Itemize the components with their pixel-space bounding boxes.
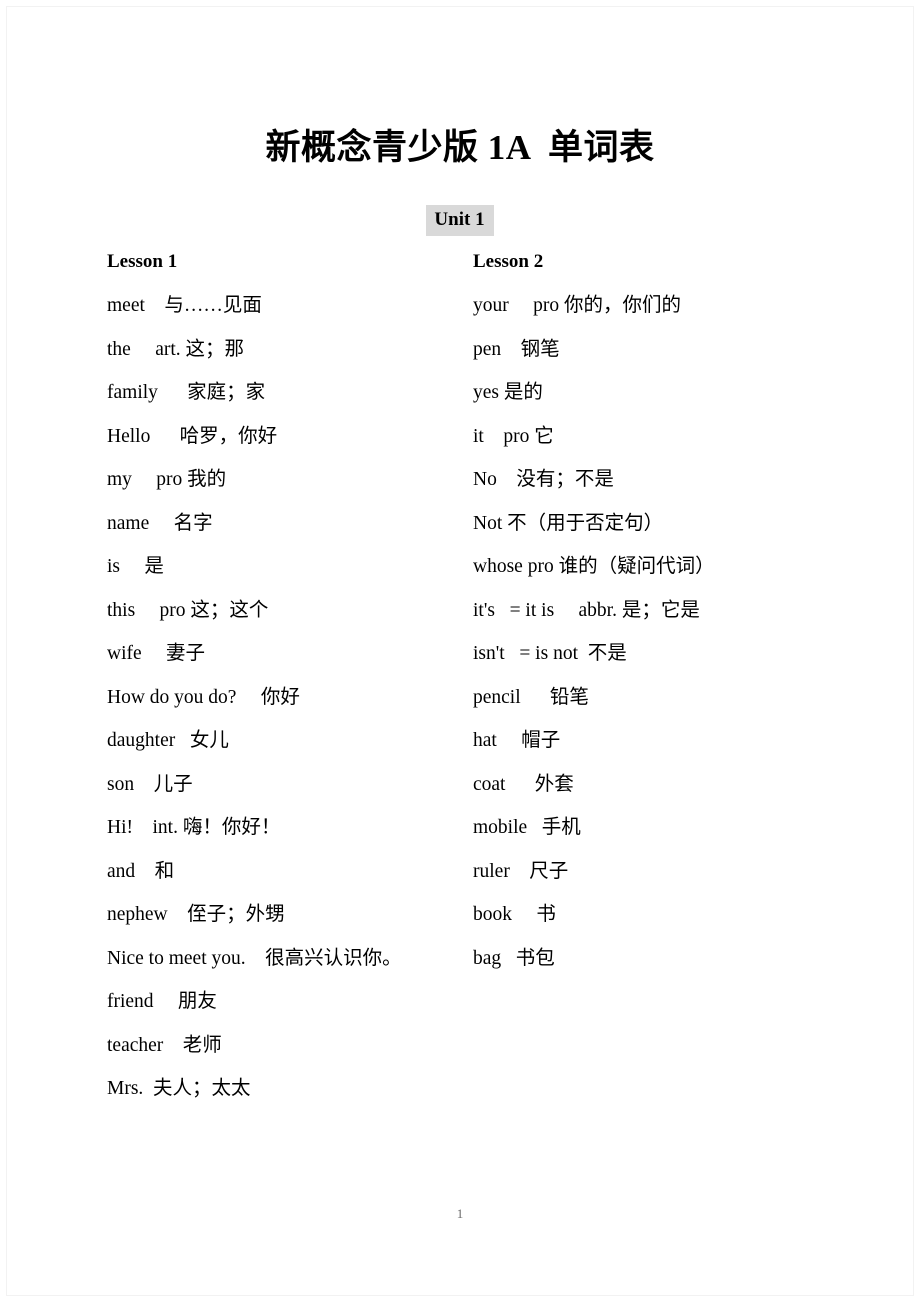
vocab-entry: daughter 女儿 <box>107 730 229 751</box>
vocab-entry: it pro 它 <box>473 425 554 447</box>
vocab-entry: meet 与……见面 <box>107 295 262 316</box>
vocab-entry: isn't = is not 不是 <box>473 643 627 664</box>
page-title: 新概念青少版 1A 单词表 <box>265 128 655 168</box>
document-page: 新概念青少版 1A 单词表 Unit 1 Lesson 1 meet 与……见面… <box>0 0 920 1302</box>
vocab-entry: No 没有；不是 <box>473 469 614 490</box>
vocab-entry: pencil 铅笔 <box>473 686 589 708</box>
vocab-entry: yes 是的 <box>473 382 543 403</box>
vocab-entry: whose pro 谁的（疑问代词） <box>473 556 715 577</box>
vocab-entry: name 名字 <box>107 512 213 534</box>
vocab-entry: my pro 我的 <box>107 469 227 490</box>
lesson-1-heading: Lesson 1 <box>107 251 178 272</box>
vocab-entry: friend 朋友 <box>107 991 217 1012</box>
vocab-entry: How do you do? 你好 <box>107 686 300 708</box>
vocab-entry: the art. 这；那 <box>107 338 245 360</box>
word-list-columns: Lesson 1 meet 与……见面 the art. 这；那 family … <box>0 252 920 1132</box>
vocab-entry: son 儿子 <box>107 773 193 795</box>
page-number: 1 <box>456 1206 464 1221</box>
vocab-entry: Hi! int. 嗨！你好！ <box>107 817 281 838</box>
vocab-entry: is 是 <box>107 556 164 577</box>
vocab-entry: it's = it is abbr. 是；它是 <box>473 599 700 621</box>
vocab-entry: book 书 <box>473 904 556 925</box>
vocab-entry: Not 不（用于否定句） <box>473 512 664 534</box>
vocab-entry: Mrs. 夫人；太太 <box>107 1078 251 1099</box>
unit-label: Unit 1 <box>426 205 494 237</box>
vocab-entry: teacher 老师 <box>107 1034 222 1056</box>
vocab-entry: and 和 <box>107 860 175 882</box>
vocab-entry: wife 妻子 <box>107 643 206 664</box>
vocab-entry: Nice to meet you. 很高兴认识你。 <box>107 947 402 969</box>
vocab-entry: mobile 手机 <box>473 817 581 838</box>
unit-header: Unit 1 <box>0 205 920 237</box>
vocab-entry: family 家庭；家 <box>107 382 266 403</box>
vocab-entry: Hello 哈罗，你好 <box>107 425 278 447</box>
vocab-entry: this pro 这；这个 <box>107 599 269 621</box>
vocab-entry: coat 外套 <box>473 773 574 795</box>
vocab-entry: hat 帽子 <box>473 730 561 751</box>
lesson-1-column: Lesson 1 meet 与……见面 the art. 这；那 family … <box>107 252 477 1099</box>
vocab-entry: nephew 侄子；外甥 <box>107 904 285 925</box>
lesson-2-heading: Lesson 2 <box>473 251 544 272</box>
vocab-entry: pen 钢笔 <box>473 338 560 360</box>
vocab-entry: ruler 尺子 <box>473 860 569 882</box>
vocab-entry: bag 书包 <box>473 947 555 969</box>
vocab-entry: your pro 你的，你们的 <box>473 295 681 316</box>
lesson-2-column: Lesson 2 your pro 你的，你们的 pen 钢笔 yes 是的 i… <box>473 252 843 968</box>
